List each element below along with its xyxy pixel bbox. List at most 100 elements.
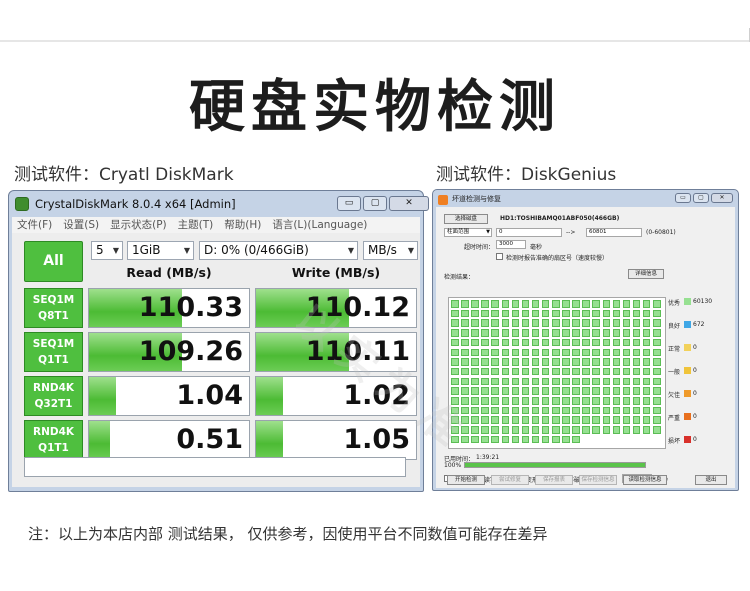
test-queue: Q32T1 (34, 398, 73, 410)
dg-minimize-button[interactable]: ▭ (675, 193, 691, 203)
sector-block (451, 348, 459, 356)
sector-block (602, 338, 610, 347)
cdm-titlebar[interactable]: CrystalDiskMark 8.0.4 x64 [Admin] ▭ ▢ ✕ (9, 191, 429, 217)
sector-block (602, 406, 610, 415)
report-checkbox[interactable] (496, 253, 503, 260)
maximize-button[interactable]: ▢ (363, 196, 387, 211)
sector-block (552, 426, 560, 434)
read-result-value: 110.33 (138, 292, 243, 323)
sector-block (552, 377, 560, 386)
legend-item: 正常 0 (668, 344, 697, 353)
sector-block (653, 338, 661, 347)
details-button[interactable]: 详细信息 (628, 269, 664, 279)
select-disk-button[interactable]: 选择磁盘 (444, 214, 488, 224)
sector-block (592, 426, 600, 434)
sector-block (491, 358, 499, 366)
sector-block (572, 358, 580, 366)
sector-block (602, 300, 610, 308)
test-size-select[interactable]: 1GiB ▼ (127, 241, 194, 260)
sector-block (461, 300, 469, 308)
menu-language[interactable]: 语言(L)(Language) (272, 217, 367, 233)
sector-block (572, 300, 580, 308)
sector-block (451, 358, 459, 366)
test-button-3[interactable]: RND4K Q1T1 (24, 420, 83, 460)
timeout-field[interactable]: 3000 (496, 240, 526, 249)
sector-block (602, 309, 610, 318)
sector-block (572, 338, 580, 347)
exit-button[interactable]: 退出 (695, 475, 727, 485)
sector-block (541, 406, 550, 415)
disk-name: HD1:TOSHIBAMQ01ABF050(466GB) (500, 215, 620, 222)
comment-field[interactable] (24, 457, 406, 477)
sector-block (531, 377, 540, 386)
sector-block (481, 329, 489, 337)
sector-block (632, 387, 641, 395)
sector-block (562, 300, 570, 308)
sector-block (653, 397, 661, 405)
all-button[interactable]: All (24, 241, 83, 282)
menu-settings[interactable]: 设置(S) (63, 217, 99, 233)
sector-block (562, 319, 570, 327)
range-select[interactable]: 柱面范围 ▼ (444, 228, 492, 237)
sector-block (653, 348, 661, 356)
sector-block (481, 338, 489, 347)
dg-close-button[interactable]: ✕ (711, 193, 733, 203)
sector-block (572, 426, 580, 434)
dg-maximize-button[interactable]: ▢ (693, 193, 709, 203)
caption-diskgenius: 测试软件：DiskGenius (436, 165, 617, 185)
sector-block (582, 377, 590, 386)
menu-profile[interactable]: 显示状态(P) (110, 217, 167, 233)
load-scan-info-button[interactable]: 读取检测信息 (623, 475, 667, 485)
sector-block (511, 348, 520, 356)
range-to-field[interactable]: 60801 (586, 228, 642, 237)
sector-block (632, 309, 641, 318)
test-button-2[interactable]: RND4K Q32T1 (24, 376, 83, 416)
menu-theme[interactable]: 主题(T) (178, 217, 214, 233)
sector-block (642, 426, 651, 434)
sector-block (562, 329, 570, 337)
sector-block (592, 300, 600, 308)
test-button-1[interactable]: SEQ1M Q1T1 (24, 332, 83, 372)
sector-block (612, 377, 621, 386)
test-count-select[interactable]: 5 ▼ (91, 241, 123, 260)
save-report-button[interactable]: 保存报表 (535, 475, 573, 485)
sector-block (451, 309, 459, 318)
minimize-button[interactable]: ▭ (337, 196, 361, 211)
sector-block (632, 338, 641, 347)
sector-block (653, 300, 661, 308)
elapsed-value: 1:39:21 (476, 454, 500, 461)
legend-label: 一般 (668, 369, 681, 376)
sector-block (521, 416, 530, 424)
sector-block (481, 309, 489, 318)
sector-block (531, 348, 540, 356)
sector-block (461, 358, 469, 366)
sector-block (562, 377, 570, 386)
range-from-field[interactable]: 0 (496, 228, 562, 237)
sector-block (481, 348, 489, 356)
sector-block (612, 358, 621, 366)
sector-block (602, 416, 610, 424)
sector-block (521, 397, 530, 405)
test-button-0[interactable]: SEQ1M Q8T1 (24, 288, 83, 328)
sector-block (642, 338, 651, 347)
try-repair-button[interactable]: 尝试修复 (491, 475, 529, 485)
menu-help[interactable]: 帮助(H) (224, 217, 261, 233)
sector-block (582, 348, 590, 356)
sector-block (612, 319, 621, 327)
test-queue: Q1T1 (38, 354, 69, 366)
sector-block (501, 397, 509, 405)
legend-count: 0 (693, 344, 697, 351)
sector-grid (451, 300, 664, 446)
sector-block (541, 377, 550, 386)
start-scan-button[interactable]: 开始检测 (447, 475, 485, 485)
sector-block (632, 300, 641, 308)
sector-block (491, 416, 499, 424)
sector-block (461, 377, 469, 386)
menu-file[interactable]: 文件(F) (17, 217, 52, 233)
drive-select[interactable]: D: 0% (0/466GiB) ▼ (199, 241, 358, 260)
unit-select[interactable]: MB/s ▼ (363, 241, 418, 260)
test-queue: Q1T1 (38, 442, 69, 454)
save-scan-info-button[interactable]: 保存检测信息 (579, 475, 617, 485)
sector-block (531, 416, 540, 424)
close-button[interactable]: ✕ (389, 196, 429, 211)
